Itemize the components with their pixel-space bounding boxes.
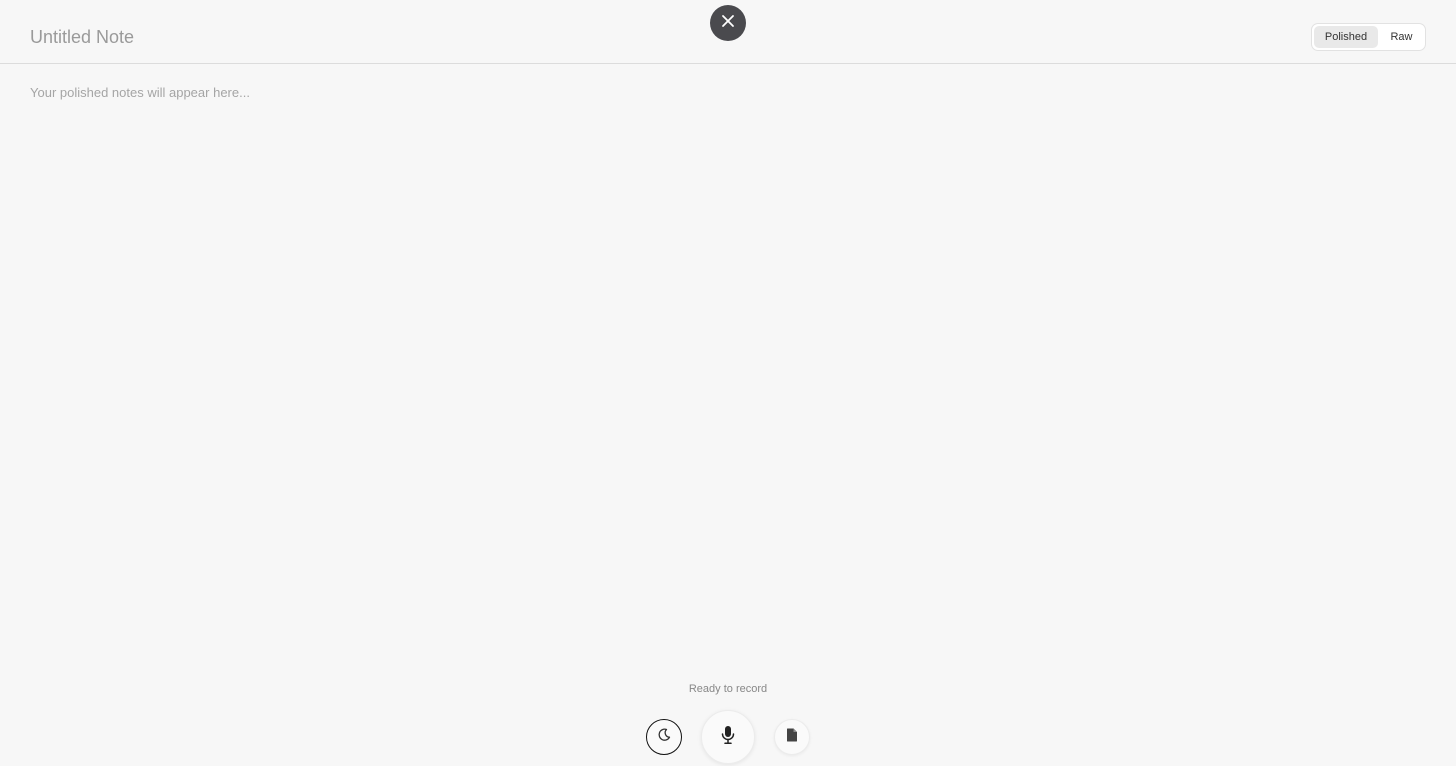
view-mode-toggle: Polished Raw bbox=[1311, 23, 1426, 51]
header: Untitled Note Polished Raw bbox=[0, 0, 1456, 64]
raw-toggle-button[interactable]: Raw bbox=[1380, 26, 1423, 48]
microphone-icon bbox=[720, 725, 736, 750]
editor-placeholder[interactable]: Your polished notes will appear here... bbox=[30, 85, 250, 101]
note-title[interactable]: Untitled Note bbox=[30, 25, 134, 49]
polished-toggle-button[interactable]: Polished bbox=[1314, 26, 1378, 48]
new-note-button[interactable] bbox=[774, 719, 810, 755]
recording-status: Ready to record bbox=[688, 683, 768, 695]
record-button[interactable] bbox=[701, 710, 755, 764]
theme-toggle-button[interactable] bbox=[646, 719, 682, 755]
close-icon bbox=[721, 14, 735, 33]
document-icon bbox=[786, 728, 798, 747]
note-app: Untitled Note Polished Raw Your polished… bbox=[0, 0, 1456, 766]
moon-icon bbox=[657, 728, 671, 747]
close-button[interactable] bbox=[710, 5, 746, 41]
